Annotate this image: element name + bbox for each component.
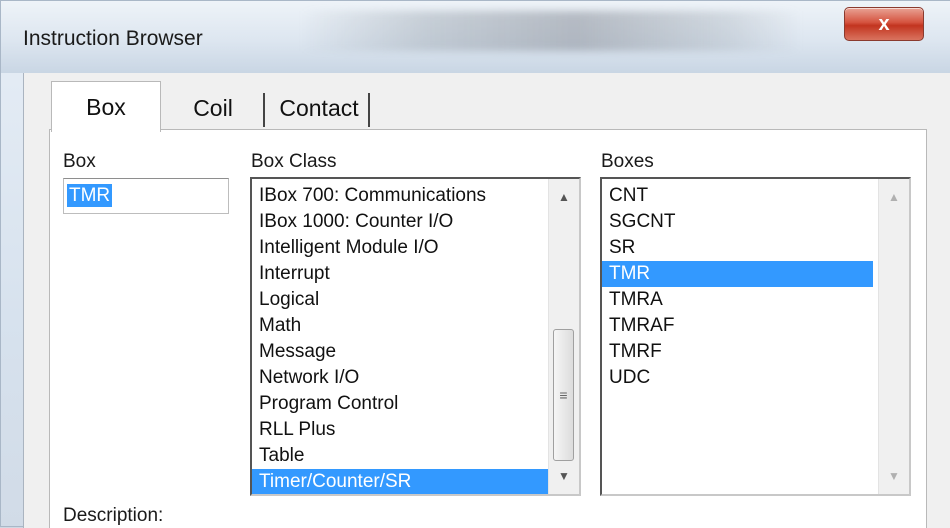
list-item[interactable]: Table bbox=[252, 443, 549, 469]
list-item[interactable]: Message bbox=[252, 339, 549, 365]
tab-box-label: Box bbox=[86, 93, 126, 120]
description-label: Description: bbox=[63, 505, 164, 526]
list-item[interactable]: UDC bbox=[602, 365, 873, 391]
list-item[interactable]: CNT bbox=[602, 183, 873, 209]
tab-divider bbox=[263, 93, 265, 127]
list-item-selected[interactable]: TMR bbox=[602, 261, 873, 287]
list-item[interactable]: TMRF bbox=[602, 339, 873, 365]
list-item[interactable]: TMRAF bbox=[602, 313, 873, 339]
list-item[interactable]: Intelligent Module I/O bbox=[252, 235, 549, 261]
scroll-up-icon[interactable]: ▲ bbox=[879, 187, 909, 207]
boxes-label: Boxes bbox=[601, 151, 654, 172]
list-item[interactable]: Interrupt bbox=[252, 261, 549, 287]
boxes-list: CNT SGCNT SR TMR TMRA TMRAF TMRF UDC bbox=[602, 183, 873, 391]
scroll-up-icon[interactable]: ▲ bbox=[549, 187, 579, 207]
box-field-label: Box bbox=[63, 151, 96, 172]
box-class-scrollbar[interactable]: ▲ ≡ ▼ bbox=[548, 179, 579, 494]
list-item[interactable]: Program Control bbox=[252, 391, 549, 417]
title-bar-background bbox=[301, 11, 801, 51]
list-item[interactable]: TMRA bbox=[602, 287, 873, 313]
boxes-listbox[interactable]: CNT SGCNT SR TMR TMRA TMRAF TMRF UDC ▲ ▼ bbox=[600, 177, 911, 496]
tab-coil[interactable]: Coil bbox=[169, 87, 257, 129]
tab-coil-label: Coil bbox=[193, 94, 233, 121]
title-bar[interactable]: Instruction Browser x bbox=[1, 1, 950, 73]
box-class-list: IBox 700: Communications IBox 1000: Coun… bbox=[252, 183, 549, 494]
list-item[interactable]: Logical bbox=[252, 287, 549, 313]
list-item[interactable]: RLL Plus bbox=[252, 417, 549, 443]
tab-contact-label: Contact bbox=[279, 94, 359, 121]
tab-divider bbox=[368, 93, 370, 127]
box-class-label: Box Class bbox=[251, 151, 337, 172]
list-item-selected[interactable]: Timer/Counter/SR bbox=[252, 469, 549, 494]
grip-icon: ≡ bbox=[559, 387, 568, 403]
list-item[interactable]: SR bbox=[602, 235, 873, 261]
list-item[interactable]: Network I/O bbox=[252, 365, 549, 391]
scroll-thumb[interactable]: ≡ bbox=[553, 329, 574, 461]
close-button[interactable]: x bbox=[844, 7, 924, 41]
list-item[interactable]: IBox 700: Communications bbox=[252, 183, 549, 209]
scroll-down-icon[interactable]: ▼ bbox=[879, 466, 909, 486]
list-item[interactable]: SGCNT bbox=[602, 209, 873, 235]
list-item[interactable]: IBox 1000: Counter I/O bbox=[252, 209, 549, 235]
scroll-down-icon[interactable]: ▼ bbox=[549, 466, 579, 486]
box-input-value: TMR bbox=[67, 184, 113, 207]
tab-box[interactable]: Box bbox=[51, 81, 161, 132]
window-title: Instruction Browser bbox=[23, 27, 203, 50]
box-input[interactable]: TMR bbox=[63, 178, 229, 214]
close-icon: x bbox=[878, 12, 890, 35]
list-item[interactable]: Math bbox=[252, 313, 549, 339]
instruction-browser-window: Instruction Browser x Box Coil Contact B… bbox=[0, 0, 950, 528]
tab-contact[interactable]: Contact bbox=[273, 87, 365, 129]
box-class-listbox[interactable]: IBox 700: Communications IBox 1000: Coun… bbox=[250, 177, 581, 496]
boxes-scrollbar[interactable]: ▲ ▼ bbox=[878, 179, 909, 494]
